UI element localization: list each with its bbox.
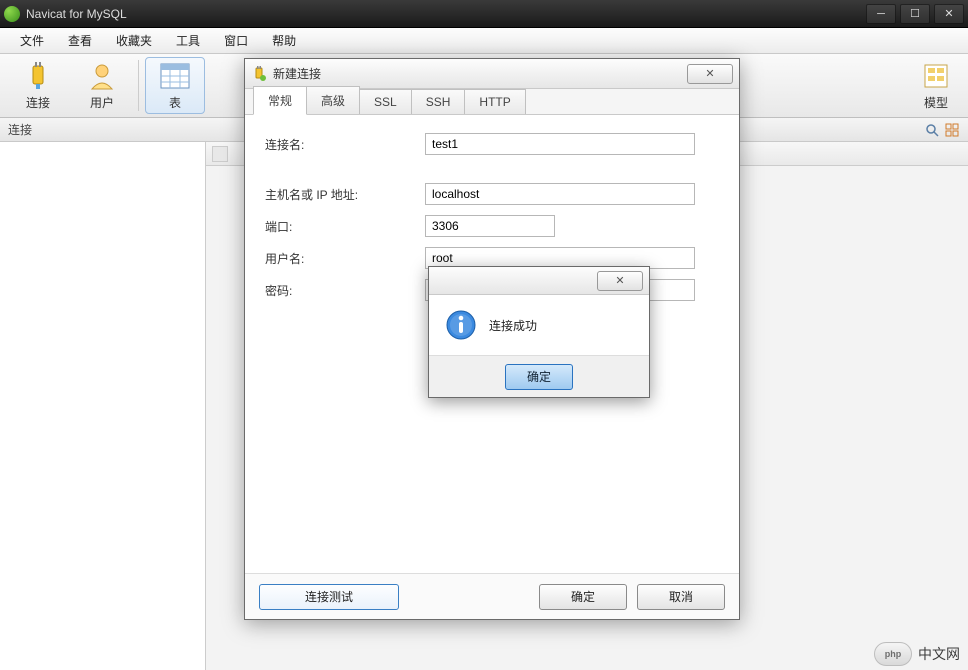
toolbar-connect-label: 连接	[26, 94, 50, 111]
close-button[interactable]: ✕	[934, 4, 964, 24]
toolbar-user-label: 用户	[90, 94, 114, 111]
user-icon	[86, 60, 118, 92]
tab-ssh[interactable]: SSH	[411, 89, 466, 114]
label-password: 密码:	[265, 282, 425, 299]
row-host: 主机名或 IP 地址:	[265, 183, 719, 205]
connection-label: 连接	[8, 121, 32, 138]
msgbox-ok-button[interactable]: 确定	[505, 364, 573, 390]
maximize-button[interactable]: ☐	[900, 4, 930, 24]
info-icon	[445, 309, 477, 341]
msgbox-titlebar[interactable]: ✕	[429, 267, 649, 295]
watermark-logo: php	[874, 642, 912, 666]
watermark-text: 中文网	[918, 644, 960, 664]
toolbar-connect[interactable]: 连接	[8, 57, 68, 114]
content-tool-icon[interactable]	[212, 146, 228, 162]
window-buttons: ─ ☐ ✕	[862, 4, 964, 24]
row-connection-name: 连接名:	[265, 133, 719, 155]
menu-help[interactable]: 帮助	[260, 28, 308, 53]
tab-http[interactable]: HTTP	[464, 89, 525, 114]
msgbox-body: 连接成功	[429, 295, 649, 355]
toolbar-user[interactable]: 用户	[72, 57, 132, 114]
toolbar-separator	[138, 60, 139, 111]
app-title: Navicat for MySQL	[26, 7, 862, 21]
tab-general[interactable]: 常规	[253, 86, 307, 115]
connection-tree[interactable]	[0, 142, 206, 670]
tab-advanced[interactable]: 高级	[306, 86, 360, 114]
dialog-title: 新建连接	[273, 65, 687, 82]
menu-file[interactable]: 文件	[8, 28, 56, 53]
label-username: 用户名:	[265, 250, 425, 267]
model-icon	[920, 60, 952, 92]
row-port: 端口:	[265, 215, 719, 237]
dialog-ok-button[interactable]: 确定	[539, 584, 627, 610]
toolbar-model-label: 模型	[924, 94, 948, 111]
menu-tools[interactable]: 工具	[164, 28, 212, 53]
toolbar-table-label: 表	[169, 94, 181, 111]
app-icon	[4, 6, 20, 22]
label-port: 端口:	[265, 218, 425, 235]
dialog-close-button[interactable]: ✕	[687, 64, 733, 84]
grid-view-icon[interactable]	[944, 122, 960, 138]
watermark: php 中文网	[874, 642, 960, 666]
label-host: 主机名或 IP 地址:	[265, 186, 425, 203]
menu-bar: 文件 查看 收藏夹 工具 窗口 帮助	[0, 28, 968, 54]
menu-window[interactable]: 窗口	[212, 28, 260, 53]
menu-favorites[interactable]: 收藏夹	[104, 28, 164, 53]
menu-view[interactable]: 查看	[56, 28, 104, 53]
input-port[interactable]	[425, 215, 555, 237]
msgbox-text: 连接成功	[489, 317, 537, 334]
search-icon[interactable]	[924, 122, 940, 138]
tab-ssl[interactable]: SSL	[359, 89, 412, 114]
minimize-button[interactable]: ─	[866, 4, 896, 24]
message-box: ✕ 连接成功 确定	[428, 266, 650, 398]
msgbox-close-button[interactable]: ✕	[597, 271, 643, 291]
dialog-tabs: 常规 高级 SSL SSH HTTP	[245, 89, 739, 115]
msgbox-footer: 确定	[429, 355, 649, 397]
input-host[interactable]	[425, 183, 695, 205]
dialog-footer: 连接测试 确定 取消	[245, 573, 739, 619]
connection-icon	[251, 66, 267, 82]
toolbar-model[interactable]: 模型	[906, 57, 966, 114]
test-connection-button[interactable]: 连接测试	[259, 584, 399, 610]
dialog-titlebar[interactable]: 新建连接 ✕	[245, 59, 739, 89]
dialog-cancel-button[interactable]: 取消	[637, 584, 725, 610]
toolbar-table[interactable]: 表	[145, 57, 205, 114]
label-connection-name: 连接名:	[265, 136, 425, 153]
input-connection-name[interactable]	[425, 133, 695, 155]
window-titlebar: Navicat for MySQL ─ ☐ ✕	[0, 0, 968, 28]
table-icon	[159, 60, 191, 92]
plug-icon	[22, 60, 54, 92]
